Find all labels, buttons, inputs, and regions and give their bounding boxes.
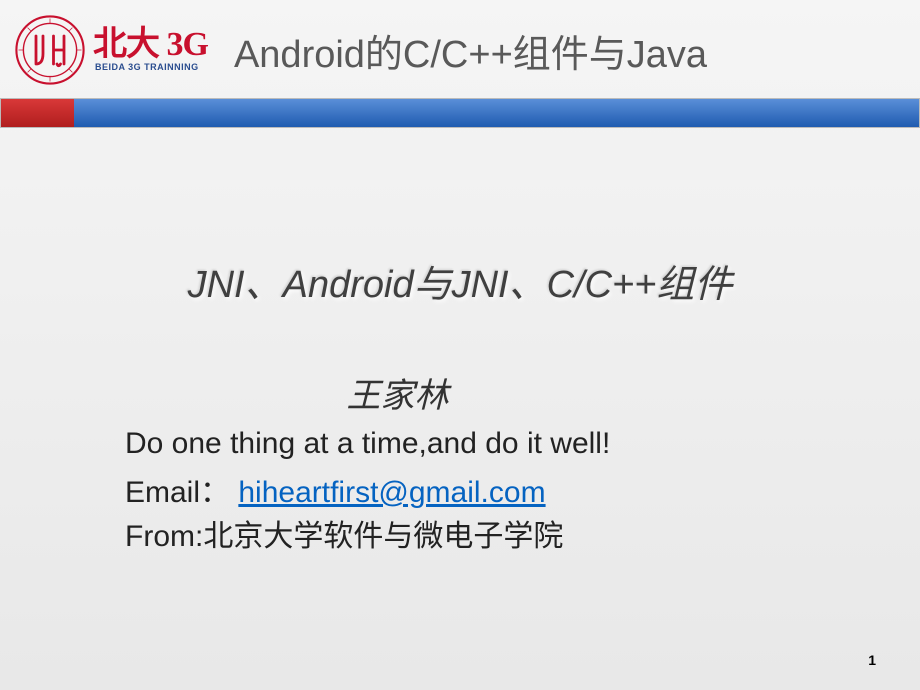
divider-red bbox=[1, 99, 74, 127]
header: 北大 3G BEIDA 3G TRAINNING Android的C/C++组件… bbox=[0, 0, 920, 93]
divider-blue bbox=[74, 99, 919, 127]
page-title: Android的C/C++组件与Java bbox=[234, 23, 707, 78]
logo-sub-text: BEIDA 3G TRAINNING bbox=[95, 62, 208, 72]
beida-seal-icon bbox=[15, 15, 85, 85]
logo-main-text: 北大 3G bbox=[93, 28, 208, 62]
content-area: JNI、Android与JNI、C/C++组件 王家林 Do one thing… bbox=[0, 128, 920, 555]
email-label: Email： bbox=[125, 476, 230, 509]
page-number: 1 bbox=[868, 652, 876, 668]
divider-bar bbox=[0, 98, 920, 128]
author-details: Do one thing at a time,and do it well! E… bbox=[0, 427, 920, 555]
author-name: 王家林 bbox=[0, 368, 920, 417]
slide-subtitle: JNI、Android与JNI、C/C++组件 bbox=[0, 253, 920, 308]
from-line: From:北京大学软件与微电子学院 bbox=[125, 511, 920, 555]
from-label: From: bbox=[125, 520, 203, 553]
email-link[interactable]: hiheartfirst@gmail.com bbox=[238, 476, 545, 509]
motto-text: Do one thing at a time,and do it well! bbox=[125, 427, 920, 461]
from-value: 北京大学软件与微电子学院 bbox=[203, 520, 563, 553]
email-line: Email： hiheartfirst@gmail.com bbox=[125, 467, 920, 511]
logo-text-block: 北大 3G BEIDA 3G TRAINNING bbox=[93, 28, 208, 72]
